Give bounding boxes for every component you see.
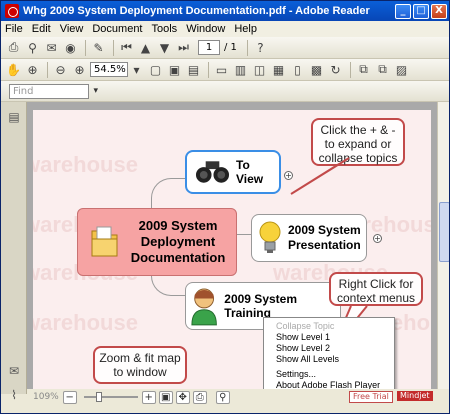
zoom-in-icon[interactable]: + xyxy=(141,390,156,404)
fit-width-icon[interactable]: ▤ xyxy=(185,61,202,78)
menu-bar: File Edit View Document Tools Window Hel… xyxy=(1,21,449,37)
map-toolbar: 109% − + ▣ ✥ ⎙ ⚲ Free Trial Mindjet xyxy=(27,389,437,405)
binoculars-icon[interactable]: ⚲ xyxy=(24,39,41,56)
lightbulb-icon xyxy=(259,221,281,253)
maximize-button[interactable]: □ xyxy=(413,3,429,19)
topic-label: 2009 System Training xyxy=(224,292,298,320)
next-page-icon[interactable]: ▼ xyxy=(156,39,173,56)
menu-item-settings[interactable]: Settings... xyxy=(264,368,394,379)
callout-context: Right Click for context menus xyxy=(329,272,423,306)
connector-line xyxy=(237,234,251,235)
watermark: warehouse xyxy=(33,310,138,335)
view-toolbar: ✋ ⊕ ⊖ ⊕ 54.5% ▾ ▢ ▣ ▤ ▭ ▥ ◫ ▦ ▯ ▩ ↻ ⧉ ⧉ … xyxy=(1,59,449,81)
zoom-out-icon[interactable]: ⊖ xyxy=(52,61,69,78)
central-topic-label: 2009 System Deployment Documentation xyxy=(130,218,226,265)
central-topic[interactable]: 2009 System Deployment Documentation xyxy=(77,208,237,276)
help-icon[interactable]: ? xyxy=(252,39,269,56)
window-title: Whg 2009 System Deployment Documentation… xyxy=(23,5,370,17)
menu-document[interactable]: Document xyxy=(92,23,142,35)
full-screen-icon[interactable]: ▩ xyxy=(308,61,325,78)
topic-label: 2009 System Presentation xyxy=(288,223,361,252)
menu-view[interactable]: View xyxy=(60,23,84,35)
hand-tool-icon[interactable]: ✋ xyxy=(5,61,22,78)
menu-tools[interactable]: Tools xyxy=(152,23,178,35)
center-map-icon[interactable]: ✥ xyxy=(175,390,190,404)
menu-item-collapse-topic: Collapse Topic xyxy=(276,321,335,331)
first-page-icon[interactable]: ⏮ xyxy=(118,39,135,56)
page-total: / 1 xyxy=(224,42,237,53)
two-up-continuous-icon[interactable]: ▦ xyxy=(270,61,287,78)
comment-icon[interactable]: ▨ xyxy=(393,61,410,78)
map-zoom-label: 109% xyxy=(33,392,59,402)
adobe-reader-window: Whg 2009 System Deployment Documentation… xyxy=(0,0,450,414)
continuous-icon[interactable]: ▥ xyxy=(232,61,249,78)
last-page-icon[interactable]: ⏭ xyxy=(175,39,192,56)
callout-zoom: Zoom & fit map to window xyxy=(93,346,187,384)
menu-file[interactable]: File xyxy=(5,23,23,35)
zoom-level-field[interactable]: 54.5% xyxy=(90,62,128,77)
status-bar xyxy=(1,405,449,413)
vertical-scrollbar[interactable] xyxy=(437,102,449,389)
email-icon[interactable]: ✉ xyxy=(43,39,60,56)
file-toolbar: ⎙ ⚲ ✉ ◉ ✎ ⏮ ▲ ▼ ⏭ 1 / 1 ? xyxy=(1,37,449,59)
read-mode-icon[interactable]: ▯ xyxy=(289,61,306,78)
topic-to-view[interactable]: To View xyxy=(185,150,281,194)
adobe-reader-icon xyxy=(5,4,19,18)
actual-size-icon[interactable]: ▢ xyxy=(147,61,164,78)
zoom-dropdown-icon[interactable]: ▾ xyxy=(128,61,145,78)
marquee-zoom-icon[interactable]: ⊕ xyxy=(24,61,41,78)
previous-page-icon[interactable]: ▲ xyxy=(137,39,154,56)
topic-label: To View xyxy=(236,158,264,186)
attachments-icon[interactable]: ⌇ xyxy=(7,388,21,402)
close-button[interactable]: X xyxy=(431,3,447,19)
zoom-slider[interactable] xyxy=(83,392,138,402)
print-map-icon[interactable]: ⎙ xyxy=(192,390,207,404)
attach-icon[interactable]: ⧉ xyxy=(374,61,391,78)
scroll-thumb[interactable] xyxy=(439,202,449,262)
binoculars-icon xyxy=(195,161,230,183)
find-toolbar: Find xyxy=(1,81,449,102)
navigation-pane: ▤ ✉ ⌇ xyxy=(1,102,27,402)
zoom-in-icon[interactable]: ⊕ xyxy=(71,61,88,78)
find-input[interactable]: Find xyxy=(9,83,98,99)
folder-icon xyxy=(91,226,118,257)
print-icon[interactable]: ⎙ xyxy=(5,39,22,56)
watermark: warehouse xyxy=(33,152,138,177)
context-menu: Collapse Topic Show Level 1 Show Level 2… xyxy=(263,317,395,400)
two-up-icon[interactable]: ◫ xyxy=(251,61,268,78)
rotate-icon[interactable]: ↻ xyxy=(327,61,344,78)
fit-map-icon[interactable]: ▣ xyxy=(158,390,173,404)
menu-item-show-all-levels[interactable]: Show All Levels xyxy=(264,353,394,364)
collaborate-icon[interactable]: ⧉ xyxy=(355,61,372,78)
fit-page-icon[interactable]: ▣ xyxy=(166,61,183,78)
create-pdf-icon[interactable]: ◉ xyxy=(62,39,79,56)
comments-icon[interactable]: ✉ xyxy=(7,364,21,378)
zoom-slider-knob[interactable] xyxy=(95,392,102,402)
menu-item-show-level-2[interactable]: Show Level 2 xyxy=(264,342,394,353)
menu-item-show-level-1[interactable]: Show Level 1 xyxy=(264,331,394,342)
sign-icon[interactable]: ✎ xyxy=(90,39,107,56)
callout-pointer xyxy=(290,157,350,195)
search-icon[interactable]: ⚲ xyxy=(215,390,230,404)
free-trial-link[interactable]: Free Trial xyxy=(349,391,393,403)
mindjet-logo[interactable]: Mindjet xyxy=(397,391,433,401)
menu-edit[interactable]: Edit xyxy=(32,23,51,35)
pages-icon[interactable]: ▤ xyxy=(7,110,21,124)
single-page-icon[interactable]: ▭ xyxy=(213,61,230,78)
menu-window[interactable]: Window xyxy=(186,23,225,35)
zoom-out-icon[interactable]: − xyxy=(62,390,77,404)
title-bar: Whg 2009 System Deployment Documentation… xyxy=(1,1,449,21)
topic-presentation[interactable]: 2009 System Presentation xyxy=(251,214,367,262)
minimize-button[interactable]: _ xyxy=(395,3,411,19)
page-number-input[interactable]: 1 xyxy=(198,40,220,55)
menu-help[interactable]: Help xyxy=(234,23,257,35)
expand-toggle-icon[interactable]: + xyxy=(373,234,382,243)
person-icon xyxy=(191,288,217,326)
